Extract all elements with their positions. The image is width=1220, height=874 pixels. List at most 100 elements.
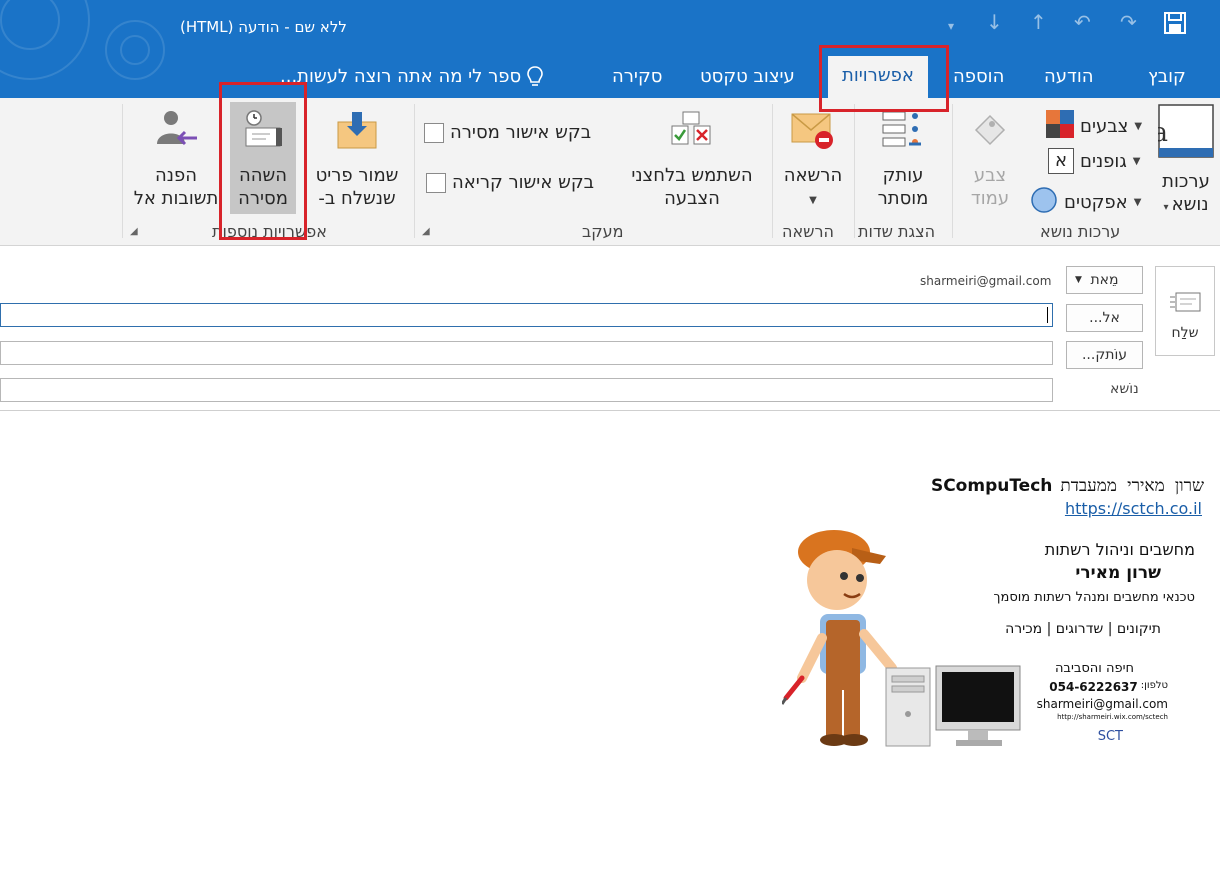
computer-illustration xyxy=(884,664,1024,750)
delay-delivery-label: השהה מסירה xyxy=(238,165,288,209)
decorative-swirl xyxy=(120,35,150,65)
undo-icon[interactable]: ↶ xyxy=(1074,10,1091,34)
group-label-permission: הרשאה xyxy=(782,222,834,241)
subject-label: נוֹשא xyxy=(1110,381,1139,397)
outlook-compose-window: ללא שם - הודעה (HTML) ▾ ↓ ↑ ↶ ↷ קובץ הוד… xyxy=(0,0,1220,874)
permission-label: הרשאה xyxy=(783,165,843,186)
tell-me-box[interactable]: ספר לי מה אתה רוצה לעשות... xyxy=(280,62,545,92)
cc-field[interactable] xyxy=(0,341,1053,365)
svg-text:Aa: Aa xyxy=(1158,118,1168,148)
from-email: sharmeiri@gmail.com xyxy=(920,274,1052,288)
subject-field[interactable] xyxy=(0,378,1053,402)
redo-icon[interactable]: ↷ xyxy=(1120,10,1137,34)
font-glyph-icon: א xyxy=(1048,148,1074,174)
save-sent-item-button[interactable]: שמור פריט שנשלח ב- xyxy=(306,108,408,210)
save-icon[interactable] xyxy=(1164,12,1186,39)
title-bar: ללא שם - הודעה (HTML) ▾ ↓ ↑ ↶ ↷ קובץ הוד… xyxy=(0,0,1220,98)
tab-insert[interactable]: הוספה xyxy=(953,62,1004,92)
ribbon: Aa ערכות נושא ▾ ▼ צבעים ▼ גופנים א ▼ אפק… xyxy=(0,98,1220,246)
save-sent-label: שמור פריט שנשלח ב- xyxy=(315,165,399,209)
themes-button[interactable]: Aa ערכות נושא ▾ xyxy=(1133,104,1217,219)
permission-button[interactable]: הרשאה ▼ xyxy=(776,108,850,212)
more-options-launcher-icon[interactable]: ◢ xyxy=(130,226,138,237)
delay-delivery-button[interactable]: השהה מסירה xyxy=(230,102,296,214)
from-label: מֵאת xyxy=(1090,272,1119,288)
direct-replies-label: הפנה תשובות אל xyxy=(133,165,219,209)
direct-replies-icon xyxy=(128,108,224,158)
permission-icon xyxy=(776,108,850,158)
card-email: sharmeiri@gmail.com xyxy=(1036,697,1168,711)
send-label: שלַח xyxy=(1171,325,1199,341)
read-receipt-checkbox[interactable]: בקש אישור קריאה xyxy=(426,172,594,193)
theme-colors-label: צבעים xyxy=(1080,116,1129,137)
send-icon xyxy=(1170,291,1202,317)
card-role: טכנאי מחשבים ומנהל רשתות מוסמך xyxy=(993,590,1195,605)
group-separator xyxy=(952,104,953,238)
cc-button[interactable]: עוֹתק... xyxy=(1066,341,1143,369)
lightbulb-icon xyxy=(525,65,545,89)
tell-me-text: ספר לי מה אתה רוצה לעשות... xyxy=(280,66,522,87)
from-button[interactable]: מֵאת ▼ xyxy=(1066,266,1143,294)
from-dropdown-icon: ▼ xyxy=(1075,275,1082,285)
group-separator xyxy=(414,104,415,238)
page-color-button[interactable]: צבע עמוד xyxy=(958,108,1022,210)
voting-buttons[interactable]: השתמש בלחצני הצבעה xyxy=(618,108,766,210)
tab-format-text[interactable]: עיצוב טקסט xyxy=(700,62,795,92)
effects-icon xyxy=(1030,186,1058,219)
group-separator xyxy=(122,104,123,238)
card-phone-label: טלפון: xyxy=(1140,680,1168,691)
bcc-button[interactable]: עותק מוסתר xyxy=(858,108,948,210)
group-label-show-fields: הצגת שדות xyxy=(858,222,936,241)
tab-message[interactable]: הודעה xyxy=(1044,62,1094,92)
window-title: ללא שם - הודעה (HTML) xyxy=(180,18,347,36)
page-color-icon xyxy=(958,108,1022,158)
card-area: חיפה והסביבה xyxy=(1054,661,1134,676)
direct-replies-button[interactable]: הפנה תשובות אל xyxy=(128,108,224,210)
delay-delivery-icon xyxy=(230,108,296,158)
delivery-receipt-box[interactable] xyxy=(424,122,444,143)
save-sent-folder-icon xyxy=(306,108,408,158)
customize-toolbar-icon[interactable]: ▾ xyxy=(948,14,954,38)
read-receipt-label: בקש אישור קריאה xyxy=(452,172,594,193)
group-label-tracking: מעקב xyxy=(582,222,624,241)
group-separator xyxy=(772,104,773,238)
theme-effects-button[interactable]: ▼ אפקטים xyxy=(1030,186,1141,219)
to-button[interactable]: אל... xyxy=(1066,304,1143,332)
tab-file[interactable]: קובץ xyxy=(1148,62,1186,92)
send-button[interactable]: שלַח xyxy=(1155,266,1215,356)
delivery-receipt-checkbox[interactable]: בקש אישור מסירה xyxy=(424,122,591,143)
move-down-icon[interactable]: ↓ xyxy=(986,10,1003,34)
theme-fonts-label: גופנים xyxy=(1080,150,1127,172)
delivery-receipt-label: בקש אישור מסירה xyxy=(450,122,592,143)
theme-colors-button[interactable]: ▼ צבעים xyxy=(1046,110,1142,143)
card-name: שרון מאירי xyxy=(1075,563,1161,583)
signature-name: שרון מאירי ממעבדת xyxy=(1060,476,1204,496)
group-label-themes: ערכות נושא xyxy=(1040,222,1121,241)
voting-label: השתמש בלחצני הצבעה xyxy=(631,165,753,209)
signature-link[interactable]: https://sctch.co.il xyxy=(1065,499,1202,518)
text-cursor xyxy=(1047,307,1048,323)
group-separator xyxy=(854,104,855,238)
bcc-fields-icon xyxy=(858,108,948,158)
card-services: תיקונים | שדרוגים | מכירה xyxy=(1005,621,1161,637)
card-phone: 054-6222637 xyxy=(1049,680,1138,694)
tab-review[interactable]: סקירה xyxy=(612,62,662,92)
card-logo: SCT xyxy=(1097,729,1123,744)
page-color-label: צבע עמוד xyxy=(970,165,1010,209)
signature-brand: SCompuTech xyxy=(930,476,1053,496)
themes-icon: Aa xyxy=(1133,104,1217,164)
card-site: http://sharmeiri.wix.com/sctech xyxy=(1057,713,1168,721)
card-title: מחשבים וניהול רשתות xyxy=(1044,540,1195,559)
signature-line: שרון מאירי ממעבדת SCompuTech xyxy=(931,476,1204,496)
tab-options[interactable]: אפשרויות xyxy=(828,56,928,98)
color-palette-icon xyxy=(1046,110,1074,143)
bcc-label: עותק מוסתר xyxy=(877,165,929,209)
read-receipt-box[interactable] xyxy=(426,172,446,193)
move-up-icon[interactable]: ↑ xyxy=(1030,10,1047,34)
to-field[interactable] xyxy=(0,303,1053,327)
theme-effects-label: אפקטים xyxy=(1064,192,1128,213)
voting-icon xyxy=(618,108,766,158)
group-label-more-options: אפשרויות נוספות xyxy=(212,222,327,241)
tracking-launcher-icon[interactable]: ◢ xyxy=(422,226,430,237)
theme-fonts-button[interactable]: ▼ גופנים א xyxy=(1048,148,1140,174)
